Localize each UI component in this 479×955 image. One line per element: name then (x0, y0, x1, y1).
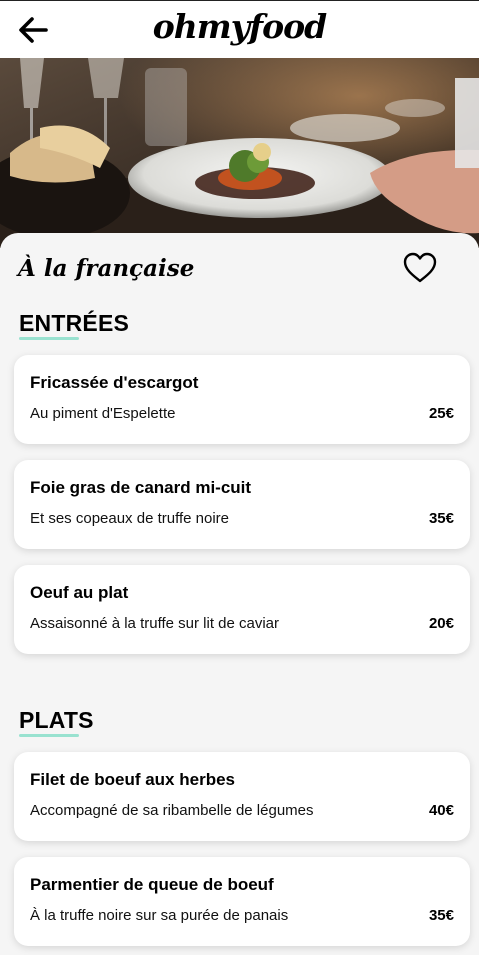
hero-image (0, 58, 479, 248)
section-title-plats: PLATS (19, 707, 94, 733)
favorite-button[interactable] (402, 252, 438, 284)
menu-item-description: Et ses copeaux de truffe noire (30, 510, 230, 527)
menu-item-name: Oeuf au plat (30, 583, 129, 602)
menu-item-card[interactable]: Parmentier de queue de boeuf À la truffe… (14, 857, 470, 946)
menu-item-price: 40€ (428, 802, 454, 819)
menu-item-description: À la truffe noire sur sa purée de panais (30, 907, 289, 924)
menu-item-description: Assaisonné à la truffe sur lit de caviar (30, 615, 280, 632)
menu-item-price: 20€ (428, 615, 454, 632)
menu-content: À la française ENTRÉES Fricassée d'escar… (0, 233, 479, 955)
menu-item-name: Foie gras de canard mi-cuit (30, 478, 252, 497)
menu-item-name: Fricassée d'escargot (30, 373, 199, 392)
menu-item-price: 25€ (428, 405, 454, 422)
menu-item-card[interactable]: Fricassée d'escargot Au piment d'Espelet… (14, 355, 470, 444)
menu-item-card[interactable]: Filet de boeuf aux herbes Accompagné de … (14, 752, 470, 841)
menu-item-price: 35€ (428, 907, 454, 924)
menu-item-description: Au piment d'Espelette (30, 405, 176, 422)
section-title-entrees: ENTRÉES (19, 310, 130, 336)
app-logo[interactable]: ohmyfood (0, 7, 479, 46)
menu-item-price: 35€ (428, 510, 454, 527)
menu-item-name: Parmentier de queue de boeuf (30, 875, 274, 894)
menu-item-description: Accompagné de sa ribambelle de légumes (30, 802, 314, 819)
section-underline (19, 337, 79, 340)
menu-item-name: Filet de boeuf aux herbes (30, 770, 235, 789)
heart-outline-icon (403, 252, 437, 283)
section-underline (19, 734, 79, 737)
restaurant-title: À la française (18, 255, 195, 282)
menu-item-card[interactable]: Oeuf au plat Assaisonné à la truffe sur … (14, 565, 470, 654)
top-bar: ohmyfood (0, 0, 479, 58)
menu-item-card[interactable]: Foie gras de canard mi-cuit Et ses copea… (14, 460, 470, 549)
